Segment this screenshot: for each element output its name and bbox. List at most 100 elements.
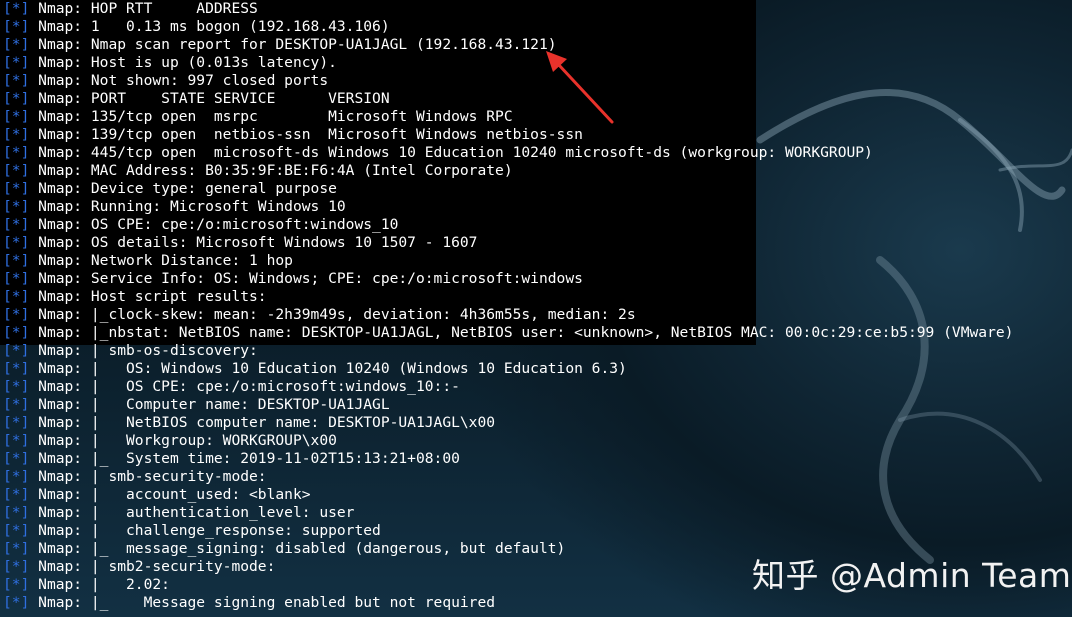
terminal-line-text: Nmap: MAC Address: B0:35:9F:BE:F6:4A (In… [38, 162, 513, 179]
status-prefix: [*] [3, 180, 30, 197]
status-prefix: [*] [3, 198, 30, 215]
terminal-line-text: Nmap: Not shown: 997 closed ports [38, 72, 329, 89]
terminal-line: [*] Nmap: | challenge_response: supporte… [3, 522, 1013, 540]
terminal-line-text: Nmap: |_nbstat: NetBIOS name: DESKTOP-UA… [38, 324, 1014, 341]
status-prefix: [*] [3, 342, 30, 359]
terminal-line: [*] Nmap: 1 0.13 ms bogon (192.168.43.10… [3, 18, 1013, 36]
terminal-line-text: Nmap: Nmap scan report for DESKTOP-UA1JA… [38, 36, 557, 53]
terminal-line-text: Nmap: | smb2-security-mode: [38, 558, 276, 575]
status-prefix: [*] [3, 360, 30, 377]
terminal-line: [*] Nmap: | NetBIOS computer name: DESKT… [3, 414, 1013, 432]
terminal-line-text: Nmap: 139/tcp open netbios-ssn Microsoft… [38, 126, 583, 143]
status-prefix: [*] [3, 432, 30, 449]
terminal-line-text: Nmap: | 2.02: [38, 576, 170, 593]
terminal-line-text: Nmap: |_clock-skew: mean: -2h39m49s, dev… [38, 306, 636, 323]
status-prefix: [*] [3, 558, 30, 575]
terminal-line: [*] Nmap: OS CPE: cpe:/o:microsoft:windo… [3, 216, 1013, 234]
terminal-line: [*] Nmap: | Workgroup: WORKGROUP\x00 [3, 432, 1013, 450]
status-prefix: [*] [3, 324, 30, 341]
terminal-line: [*] Nmap: | OS: Windows 10 Education 102… [3, 360, 1013, 378]
terminal-line-text: Nmap: 1 0.13 ms bogon (192.168.43.106) [38, 18, 390, 35]
status-prefix: [*] [3, 486, 30, 503]
status-prefix: [*] [3, 18, 30, 35]
terminal-line-text: Nmap: HOP RTT ADDRESS [38, 0, 258, 17]
status-prefix: [*] [3, 594, 30, 611]
status-prefix: [*] [3, 270, 30, 287]
terminal-line: [*] Nmap: | smb-os-discovery: [3, 342, 1013, 360]
terminal-line-text: Nmap: 445/tcp open microsoft-ds Windows … [38, 144, 873, 161]
terminal-line: [*] Nmap: | authentication_level: user [3, 504, 1013, 522]
status-prefix: [*] [3, 72, 30, 89]
terminal-line: [*] Nmap: Running: Microsoft Windows 10 [3, 198, 1013, 216]
status-prefix: [*] [3, 378, 30, 395]
terminal-line: [*] Nmap: PORT STATE SERVICE VERSION [3, 90, 1013, 108]
terminal-line-text: Nmap: | smb-os-discovery: [38, 342, 258, 359]
status-prefix: [*] [3, 36, 30, 53]
status-prefix: [*] [3, 252, 30, 269]
terminal-line-text: Nmap: OS CPE: cpe:/o:microsoft:windows_1… [38, 216, 399, 233]
terminal-line-text: Nmap: | OS CPE: cpe:/o:microsoft:windows… [38, 378, 460, 395]
terminal-line: [*] Nmap: | smb-security-mode: [3, 468, 1013, 486]
terminal-line-text: Nmap: 135/tcp open msrpc Microsoft Windo… [38, 108, 513, 125]
terminal-line-text: Nmap: | Workgroup: WORKGROUP\x00 [38, 432, 337, 449]
status-prefix: [*] [3, 522, 30, 539]
status-prefix: [*] [3, 396, 30, 413]
terminal-line-text: Nmap: Host script results: [38, 288, 267, 305]
status-prefix: [*] [3, 162, 30, 179]
terminal-line: [*] Nmap: 135/tcp open msrpc Microsoft W… [3, 108, 1013, 126]
status-prefix: [*] [3, 234, 30, 251]
terminal-line-text: Nmap: | authentication_level: user [38, 504, 355, 521]
terminal-line: [*] Nmap: 139/tcp open netbios-ssn Micro… [3, 126, 1013, 144]
terminal-line: [*] Nmap: |_clock-skew: mean: -2h39m49s,… [3, 306, 1013, 324]
terminal-line-text: Nmap: | OS: Windows 10 Education 10240 (… [38, 360, 627, 377]
status-prefix: [*] [3, 306, 30, 323]
terminal-line-text: Nmap: | Computer name: DESKTOP-UA1JAGL [38, 396, 390, 413]
terminal-line: [*] Nmap: MAC Address: B0:35:9F:BE:F6:4A… [3, 162, 1013, 180]
status-prefix: [*] [3, 0, 30, 17]
terminal-line-text: Nmap: PORT STATE SERVICE VERSION [38, 90, 390, 107]
status-prefix: [*] [3, 540, 30, 557]
terminal-line: [*] Nmap: Not shown: 997 closed ports [3, 72, 1013, 90]
status-prefix: [*] [3, 504, 30, 521]
zhihu-watermark: 知乎 @Admin Team [752, 556, 1072, 595]
terminal-line: [*] Nmap: |_nbstat: NetBIOS name: DESKTO… [3, 324, 1013, 342]
terminal-line-text: Nmap: Host is up (0.013s latency). [38, 54, 337, 71]
terminal-line: [*] Nmap: Host is up (0.013s latency). [3, 54, 1013, 72]
terminal-line: [*] Nmap: 445/tcp open microsoft-ds Wind… [3, 144, 1013, 162]
terminal-line-text: Nmap: |_ System time: 2019-11-02T15:13:2… [38, 450, 460, 467]
terminal-line-text: Nmap: Service Info: OS: Windows; CPE: cp… [38, 270, 583, 287]
terminal-line-text: Nmap: |_ Message signing enabled but not… [38, 594, 496, 611]
terminal-line: [*] Nmap: | OS CPE: cpe:/o:microsoft:win… [3, 378, 1013, 396]
terminal-line: [*] Nmap: |_ System time: 2019-11-02T15:… [3, 450, 1013, 468]
terminal-line-text: Nmap: | smb-security-mode: [38, 468, 267, 485]
status-prefix: [*] [3, 576, 30, 593]
status-prefix: [*] [3, 450, 30, 467]
terminal-line: [*] Nmap: HOP RTT ADDRESS [3, 0, 1013, 18]
status-prefix: [*] [3, 144, 30, 161]
terminal-line: [*] Nmap: Service Info: OS: Windows; CPE… [3, 270, 1013, 288]
terminal-line-text: Nmap: Running: Microsoft Windows 10 [38, 198, 346, 215]
terminal-line-text: Nmap: Device type: general purpose [38, 180, 337, 197]
status-prefix: [*] [3, 414, 30, 431]
terminal-line: [*] Nmap: Network Distance: 1 hop [3, 252, 1013, 270]
terminal-line: [*] Nmap: Host script results: [3, 288, 1013, 306]
terminal-line-text: Nmap: Network Distance: 1 hop [38, 252, 293, 269]
status-prefix: [*] [3, 90, 30, 107]
terminal-line: [*] Nmap: Device type: general purpose [3, 180, 1013, 198]
status-prefix: [*] [3, 288, 30, 305]
terminal-line: [*] Nmap: OS details: Microsoft Windows … [3, 234, 1013, 252]
terminal-line-text: Nmap: OS details: Microsoft Windows 10 1… [38, 234, 478, 251]
terminal-line-text: Nmap: | challenge_response: supported [38, 522, 381, 539]
status-prefix: [*] [3, 108, 30, 125]
terminal-line-text: Nmap: | account_used: <blank> [38, 486, 311, 503]
terminal-output[interactable]: [*] Nmap: HOP RTT ADDRESS [*] Nmap: 1 0.1… [3, 0, 1013, 612]
terminal-line-text: Nmap: |_ message_signing: disabled (dang… [38, 540, 566, 557]
status-prefix: [*] [3, 126, 30, 143]
desktop-screen: [*] Nmap: HOP RTT ADDRESS [*] Nmap: 1 0.1… [0, 0, 1072, 617]
status-prefix: [*] [3, 54, 30, 71]
status-prefix: [*] [3, 216, 30, 233]
terminal-line-text: Nmap: | NetBIOS computer name: DESKTOP-U… [38, 414, 496, 431]
terminal-line: [*] Nmap: Nmap scan report for DESKTOP-U… [3, 36, 1013, 54]
terminal-line: [*] Nmap: | account_used: <blank> [3, 486, 1013, 504]
terminal-line: [*] Nmap: | Computer name: DESKTOP-UA1JA… [3, 396, 1013, 414]
